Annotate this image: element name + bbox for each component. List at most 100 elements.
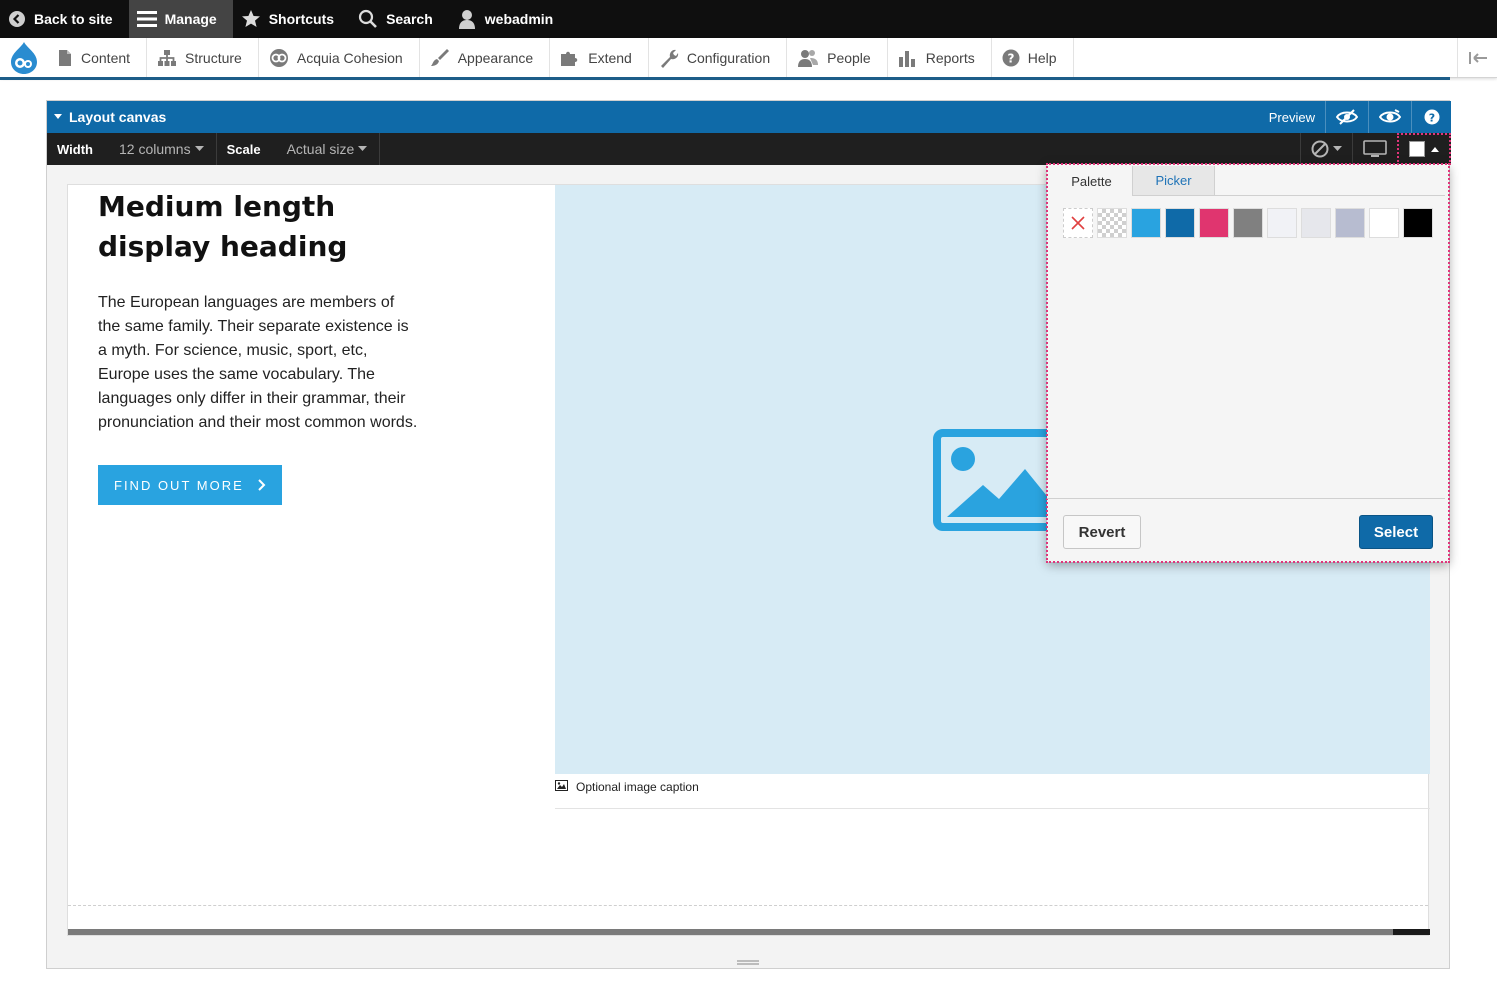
menu-item-structure[interactable]: Structure (147, 38, 259, 77)
puzzle-icon (561, 51, 578, 66)
menu-item-extend[interactable]: Extend (550, 38, 649, 77)
paintbrush-icon (430, 48, 449, 66)
tab-picker[interactable]: Picker (1133, 166, 1215, 196)
disable-dropdown-button[interactable] (1300, 133, 1352, 165)
menu-item-label: Help (1027, 49, 1057, 66)
preview-button[interactable]: Preview (1259, 101, 1325, 133)
menu-item-label: Extend (588, 49, 632, 66)
menu-item-acquia-cohesion[interactable]: Acquia Cohesion (259, 38, 420, 77)
menu-item-configuration[interactable]: Configuration (649, 38, 788, 77)
width-dropdown[interactable]: 12 columns (105, 133, 217, 165)
close-icon (1071, 216, 1085, 230)
horizontal-scrollbar[interactable] (68, 929, 1430, 935)
color-picker-popup: Palette Picker Revert Select (1046, 163, 1450, 563)
preview-label: Preview (1268, 109, 1315, 125)
back-arrow-icon (9, 11, 25, 27)
tab-label: Picker (1155, 173, 1192, 188)
device-desktop-button[interactable] (1352, 133, 1397, 165)
swatch-color[interactable] (1403, 208, 1433, 238)
display-heading: Medium length display heading (98, 190, 348, 263)
resize-handle-icon[interactable] (737, 959, 759, 967)
hide-preview-button[interactable] (1325, 101, 1368, 133)
scale-dropdown[interactable]: Actual size (273, 133, 381, 165)
svg-text:?: ? (1428, 112, 1434, 125)
menu-item-label: Acquia Cohesion (296, 49, 403, 66)
image-small-icon (555, 780, 568, 791)
drupal-logo[interactable] (0, 38, 47, 77)
width-value: 12 columns (118, 141, 191, 157)
revert-button[interactable]: Revert (1063, 515, 1141, 549)
menu-item-people[interactable]: People (787, 38, 888, 77)
swatch-color[interactable] (1199, 208, 1229, 238)
swatch-color[interactable] (1267, 208, 1297, 238)
width-label: Width (57, 141, 93, 157)
swatch-transparent[interactable] (1097, 208, 1127, 238)
file-icon (59, 49, 71, 66)
canvas-controls-bar: Width 12 columns Scale Actual size (47, 133, 1451, 165)
star-icon (241, 10, 260, 27)
select-button[interactable]: Select (1359, 515, 1433, 549)
swatch-color[interactable] (1369, 208, 1399, 238)
color-swatch-preview (1409, 141, 1425, 157)
cta-label: FIND OUT MORE (114, 477, 244, 493)
canvas-title: Layout canvas (69, 109, 167, 125)
manage-tab[interactable]: Manage (128, 0, 233, 38)
canvas-collapse-toggle[interactable]: Layout canvas (47, 109, 166, 125)
caret-up-icon (1431, 146, 1439, 152)
collapse-tray-button[interactable] (1457, 38, 1497, 77)
collapse-left-icon (1468, 51, 1487, 64)
menu-item-label: Appearance (457, 49, 534, 66)
menu-item-help[interactable]: ? Help (992, 38, 1074, 77)
shortcuts-tab[interactable]: Shortcuts (233, 0, 350, 38)
menu-item-label: People (827, 49, 871, 66)
admin-menu: Content Structure Acquia Cohesion Appear… (0, 38, 1497, 78)
search-tab[interactable]: Search (350, 0, 449, 38)
wrench-icon (660, 49, 678, 68)
ban-icon (1311, 140, 1329, 158)
section-divider (68, 905, 1428, 906)
menu-item-reports[interactable]: Reports (888, 38, 992, 77)
menu-item-label: Structure (185, 49, 242, 66)
user-tab[interactable]: webadmin (449, 0, 569, 38)
text-column: Medium length display heading The Europe… (98, 185, 438, 505)
swatch-color[interactable] (1165, 208, 1195, 238)
swatch-color[interactable] (1131, 208, 1161, 238)
swatch-color[interactable] (1301, 208, 1331, 238)
tab-palette[interactable]: Palette (1051, 166, 1133, 196)
menu-item-label: Configuration (686, 49, 771, 66)
search-label: Search (386, 11, 433, 27)
sitemap-icon (158, 49, 177, 66)
back-to-site-link[interactable]: Back to site (0, 0, 129, 38)
image-caption: Optional image caption (555, 780, 1430, 809)
scale-label: Scale (226, 141, 261, 157)
drupal-drop-icon (10, 41, 37, 74)
eye-icon (1379, 109, 1401, 123)
caret-down-icon (1333, 146, 1342, 151)
menu-item-label: Reports (925, 49, 975, 66)
color-swatches (1063, 208, 1433, 238)
user-label: webadmin (484, 11, 554, 27)
find-out-more-button[interactable]: FIND OUT MORE (98, 465, 282, 505)
menu-item-appearance[interactable]: Appearance (420, 38, 551, 77)
desktop-icon (1363, 140, 1387, 157)
help-icon: ? (1002, 49, 1020, 66)
swatch-color[interactable] (1233, 208, 1263, 238)
manage-label: Manage (164, 11, 217, 27)
visibility-button[interactable] (1368, 101, 1411, 133)
tray-underline (0, 77, 1450, 80)
canvas-help-button[interactable]: ? (1411, 101, 1451, 133)
scrollbar-thumb[interactable] (68, 929, 1393, 935)
canvas-header: Layout canvas Preview ? (47, 101, 1451, 133)
image-icon (933, 429, 1063, 531)
background-color-button[interactable] (1397, 133, 1451, 165)
body-paragraph: The European languages are members of th… (98, 294, 418, 431)
swatch-color[interactable] (1335, 208, 1365, 238)
help-icon: ? (1424, 109, 1439, 125)
admin-toolbar: Back to site Manage Shortcuts Search web… (0, 0, 1497, 38)
chevron-right-icon (258, 479, 266, 491)
people-icon (798, 49, 819, 67)
menu-item-label: Content (81, 49, 131, 66)
menu-item-content[interactable]: Content (47, 38, 148, 77)
search-icon (358, 9, 377, 28)
swatch-none[interactable] (1063, 208, 1093, 238)
